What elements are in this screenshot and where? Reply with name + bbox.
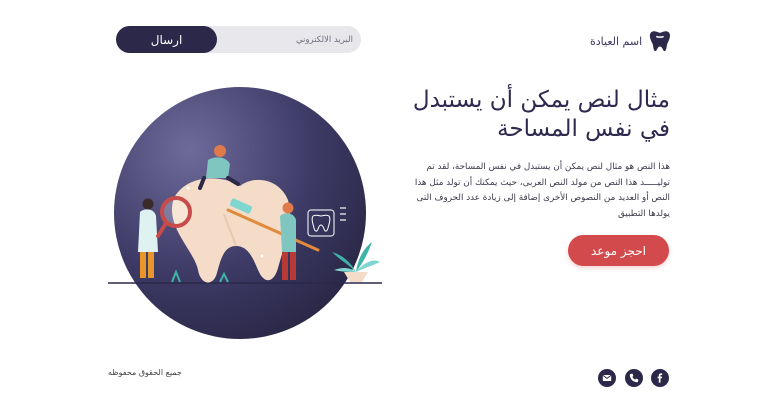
tooth-icon [650, 31, 671, 52]
email-field[interactable] [201, 26, 361, 53]
person-left-head [142, 198, 154, 210]
facebook-link[interactable] [651, 369, 669, 387]
email-subscribe-form: ارسال [116, 26, 361, 53]
send-button[interactable]: ارسال [116, 26, 217, 53]
clinic-logo[interactable]: اسم العيادة [590, 26, 672, 56]
mail-icon [602, 375, 612, 381]
plant-pot [344, 272, 368, 282]
hero-title: مثال لنص يمكن أن يستبدل في نفس المساحة [412, 87, 670, 142]
phone-link[interactable] [625, 369, 643, 387]
person-right-head [282, 202, 294, 214]
person-top-head [214, 145, 226, 157]
book-appointment-button[interactable]: احجز موعد [568, 235, 669, 266]
hero-description: هذا النص هو مثال لنص يمكن أن يستبدل في ن… [414, 162, 670, 219]
phone-icon [629, 373, 639, 383]
facebook-icon [657, 373, 663, 383]
copyright-text: جميع الحقوق محفوظه [108, 368, 182, 377]
clinic-name: اسم العيادة [590, 34, 643, 48]
dental-illustration [108, 87, 382, 339]
mail-link[interactable] [598, 369, 616, 387]
